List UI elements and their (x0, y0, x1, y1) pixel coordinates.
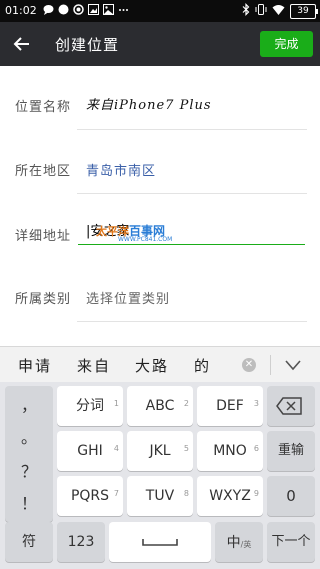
status-bar: 01:02 39 (0, 0, 320, 22)
bluetooth-icon (242, 3, 250, 19)
key-number: 5 (183, 444, 189, 453)
region-row[interactable]: 所在地区 青岛市南区 (0, 136, 320, 196)
page-title: 创建位置 (55, 36, 120, 54)
app-bar: 创建位置 完成 (0, 22, 320, 66)
status-time: 01:02 (5, 4, 37, 17)
region-value[interactable]: 青岛市南区 (86, 160, 156, 179)
divider (270, 355, 271, 375)
key-number: 2 (183, 399, 189, 408)
done-button[interactable]: 完成 (260, 31, 313, 57)
next-key[interactable]: 下一个 (267, 522, 315, 562)
battery-level: 39 (297, 6, 309, 16)
backspace-icon (276, 397, 302, 415)
keyboard: ， 。 ？ ！ 分词 1 ABC 2 DEF 3 GHI 4 JKL 5 MNO… (0, 382, 320, 569)
language-switch-key[interactable]: 中/英 (215, 522, 263, 562)
key-ghi[interactable]: GHI 4 (57, 431, 123, 471)
category-label: 所属类别 (15, 292, 72, 307)
location-name-input[interactable]: 来自iPhone7 Plus (86, 94, 212, 113)
candidate-item[interactable]: 的 (194, 355, 211, 376)
key-number: 9 (253, 489, 259, 498)
punct-key[interactable]: ？ (5, 458, 53, 482)
punctuation-column: ， 。 ？ ！ (5, 386, 53, 522)
candidate-item[interactable]: 申请 (18, 355, 52, 376)
location-name-row[interactable]: 位置名称 来自iPhone7 Plus (0, 74, 320, 134)
numeric-key[interactable]: 123 (57, 522, 105, 562)
category-selector[interactable]: 选择位置类别 (86, 288, 170, 307)
key-label: 123 (67, 534, 95, 550)
record-icon (73, 4, 84, 15)
battery-icon: 39 (290, 3, 318, 19)
zero-key[interactable]: 0 (267, 476, 315, 516)
key-number: 4 (113, 444, 119, 453)
key-def[interactable]: DEF 3 (197, 386, 263, 426)
collapse-keyboard-icon[interactable] (284, 357, 302, 373)
punct-key[interactable]: ！ (5, 490, 53, 514)
image-icon (103, 4, 114, 15)
location-name-label: 位置名称 (15, 100, 72, 115)
vibrate-icon (255, 3, 267, 19)
back-arrow-icon (13, 37, 29, 51)
watermark: 太平洋百事网 WWW.PC841.COM (96, 222, 172, 243)
region-label: 所在地区 (15, 164, 72, 179)
key-fenci[interactable]: 分词 1 (57, 386, 123, 426)
punct-key[interactable]: 。 (5, 424, 53, 448)
key-label: 下一个 (271, 534, 311, 549)
key-label: 重输 (277, 443, 304, 458)
key-number: 7 (113, 489, 119, 498)
key-mno[interactable]: MNO 6 (197, 431, 263, 471)
key-wxyz[interactable]: WXYZ 9 (197, 476, 263, 516)
key-sublabel: /英 (240, 540, 252, 549)
divider (77, 321, 307, 322)
clear-candidates-icon[interactable]: ✕ (242, 358, 256, 372)
punct-key[interactable]: ， (5, 392, 53, 416)
key-jkl[interactable]: JKL 5 (127, 431, 193, 471)
key-label: 0 (286, 487, 296, 505)
divider (77, 193, 307, 194)
key-number: 1 (113, 399, 119, 408)
location-form: 位置名称 来自iPhone7 Plus 所在地区 青岛市南区 详细地址 |安之家… (0, 66, 320, 346)
symbol-key[interactable]: 符 (5, 522, 53, 562)
watermark-url: WWW.PC841.COM (118, 236, 173, 243)
key-number: 3 (253, 399, 259, 408)
key-label: 符 (22, 534, 36, 550)
space-key[interactable] (109, 522, 211, 562)
circle-icon (58, 4, 69, 15)
space-icon (142, 539, 178, 546)
more-dots-icon (118, 4, 129, 15)
detail-address-label: 详细地址 (15, 229, 72, 244)
key-number: 6 (253, 444, 259, 453)
reenter-key[interactable]: 重输 (267, 431, 315, 471)
backspace-key[interactable] (267, 386, 315, 426)
divider (77, 129, 307, 130)
chat-icon (43, 4, 54, 15)
candidate-item[interactable]: 大路 (135, 355, 169, 376)
category-row[interactable]: 所属类别 选择位置类别 (0, 266, 320, 326)
candidate-bar: 申请 来自 大路 的 ✕ (0, 346, 320, 383)
wifi-icon (272, 4, 285, 19)
key-number: 8 (183, 489, 189, 498)
key-tuv[interactable]: TUV 8 (127, 476, 193, 516)
candidate-item[interactable]: 来自 (77, 355, 111, 376)
back-button[interactable] (10, 32, 34, 56)
key-abc[interactable]: ABC 2 (127, 386, 193, 426)
key-label: 中 (226, 535, 241, 551)
key-pqrs[interactable]: PQRS 7 (57, 476, 123, 516)
picture-icon (88, 4, 99, 15)
